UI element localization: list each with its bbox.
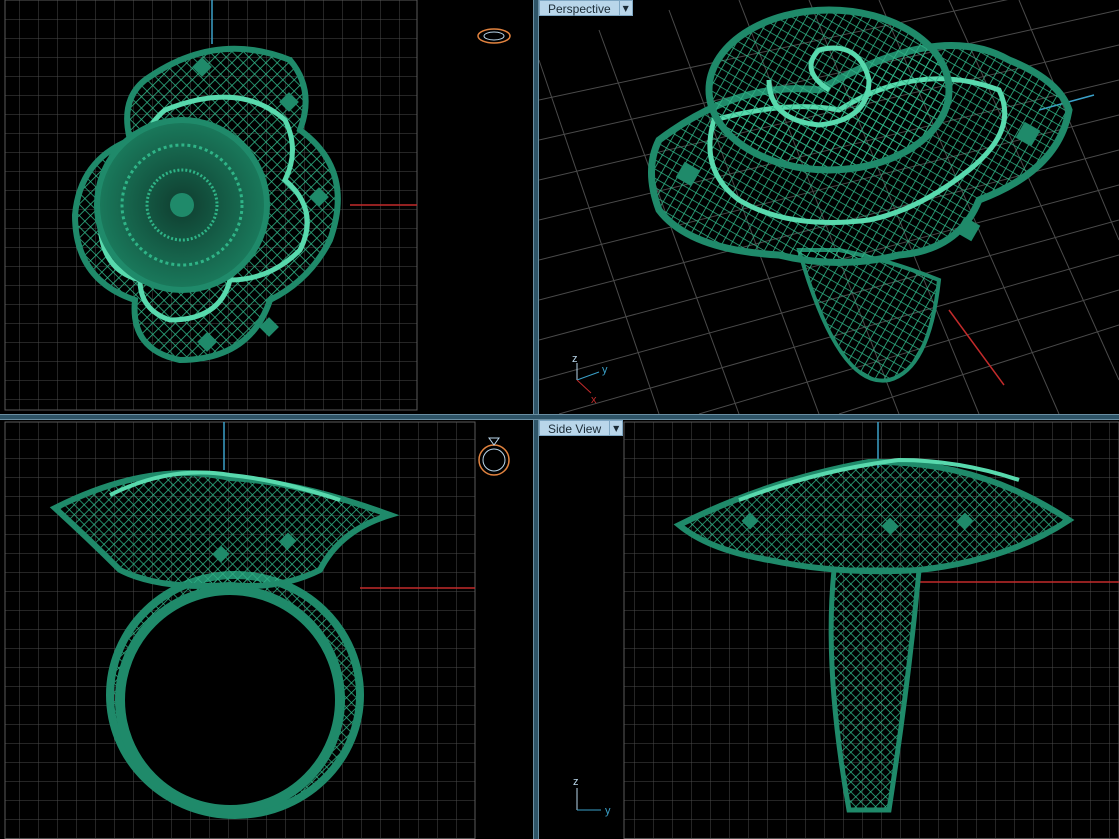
front-viewport[interactable] [0,420,533,839]
ring-front-thumbnail-icon [478,437,510,476]
perspective-viewport-label[interactable]: Perspective ▼ [539,0,633,16]
side-viewport-canvas[interactable]: z y [539,420,1119,839]
side-axis-gizmo: z y [573,776,611,817]
front-viewport-canvas[interactable] [0,420,533,839]
perspective-label-text[interactable]: Perspective [539,0,620,16]
perspective-viewport[interactable]: z y x Perspective ▼ [539,0,1119,414]
side-y-axis-label: y [605,805,611,817]
side-label-text[interactable]: Side View [539,420,611,436]
axis-gizmo: z y x [572,353,608,406]
side-viewport-label[interactable]: Side View ▼ [539,420,624,436]
side-viewport[interactable]: z y Side View ▼ [539,420,1119,839]
y-axis-label: y [602,364,608,376]
dropdown-arrow-icon[interactable]: ▼ [610,420,624,436]
z-axis-label: z [572,353,578,365]
perspective-viewport-canvas[interactable]: z y x [539,0,1119,414]
side-z-axis-label: z [573,776,579,788]
dropdown-arrow-icon[interactable]: ▼ [619,0,633,16]
ring-model-perspective [648,6,1073,383]
top-viewport[interactable] [0,0,533,414]
top-viewport-canvas[interactable] [0,0,533,414]
ring-thumbnail-icon [477,28,511,44]
x-axis-label: x [591,394,597,406]
